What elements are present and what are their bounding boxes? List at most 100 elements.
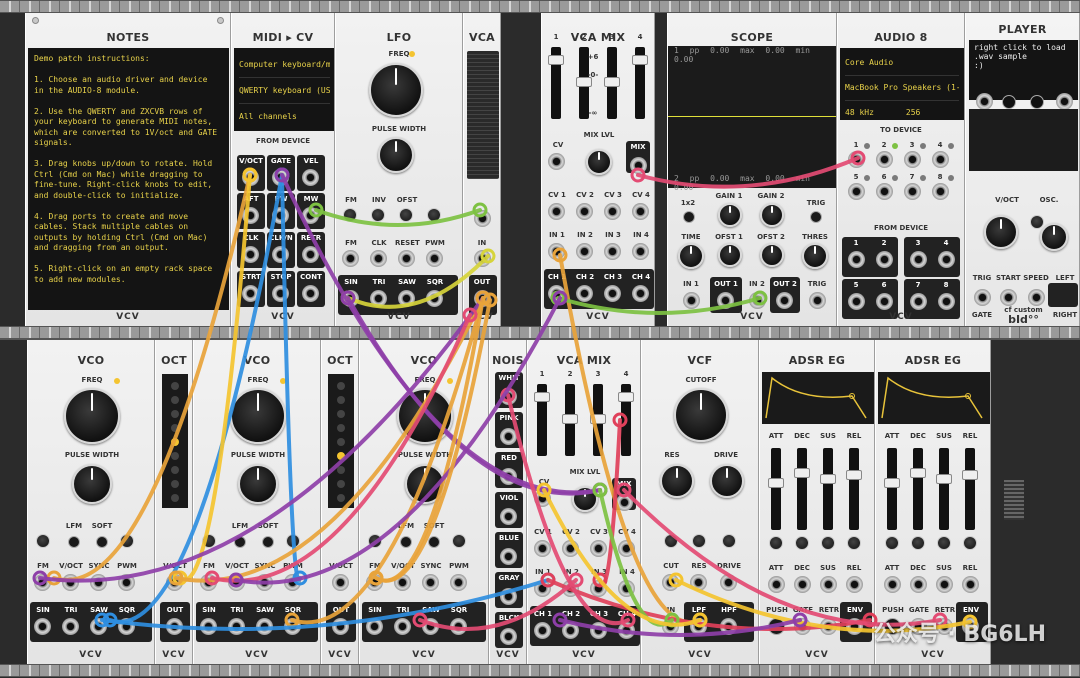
vco-sin-jack[interactable] (200, 618, 217, 635)
slider-cap[interactable] (884, 478, 900, 488)
adsr-dec-slider[interactable] (794, 448, 810, 530)
soft-switch[interactable] (262, 536, 274, 548)
midi-cont-jack[interactable] (302, 285, 319, 302)
v-oct-knob[interactable] (984, 215, 1018, 249)
channel-3-fader[interactable] (604, 47, 620, 119)
from-device-3-jack[interactable] (910, 251, 927, 268)
adsr-retr-jack[interactable] (820, 618, 837, 635)
vco-saw-jack[interactable] (422, 618, 439, 635)
notes-textarea[interactable]: Demo patch instructions: 1. Choose an au… (28, 48, 229, 310)
mix-ch4-jack[interactable] (618, 622, 635, 639)
slider-cap[interactable] (846, 470, 862, 480)
vco-voct-jack[interactable] (394, 574, 411, 591)
mix-ch1-jack[interactable] (534, 622, 551, 639)
from-device-4-jack[interactable] (938, 251, 955, 268)
pulse-width-knob[interactable] (378, 137, 414, 173)
adsr-att-slider[interactable] (768, 448, 784, 530)
audio-driver-select[interactable]: Core Audio (845, 51, 959, 76)
player-prev-jack[interactable] (976, 93, 993, 110)
vco-freq-knob[interactable] (397, 388, 453, 444)
cv-trim[interactable] (885, 536, 899, 550)
to-device-7-jack[interactable] (904, 183, 921, 200)
fader-cap[interactable] (632, 55, 648, 65)
from-device-7-jack[interactable] (910, 293, 927, 310)
octave-led[interactable] (171, 480, 179, 488)
mix-in4-jack[interactable] (632, 243, 649, 260)
vco-pw-knob[interactable] (72, 464, 112, 504)
res-trim[interactable] (692, 534, 706, 548)
mix-ch3-jack[interactable] (604, 285, 621, 302)
trig-button[interactable] (810, 211, 822, 223)
channel-3-fader[interactable] (590, 384, 606, 456)
to-device-8-jack[interactable] (932, 183, 949, 200)
lfo-sin-jack[interactable] (342, 290, 359, 307)
slider-cap[interactable] (910, 468, 926, 478)
to-device-2-jack[interactable] (876, 151, 893, 168)
midi-strt-jack[interactable] (242, 285, 259, 302)
octave-led[interactable] (337, 438, 345, 446)
midi-retr-jack[interactable] (302, 246, 319, 263)
vca-level-slider[interactable] (467, 51, 499, 179)
scope-in2-jack[interactable] (749, 292, 766, 309)
octave-led[interactable] (337, 494, 345, 502)
vco-freq-knob[interactable] (64, 388, 120, 444)
adsr-rel-slider[interactable] (846, 448, 862, 530)
cv-trim[interactable] (963, 536, 977, 550)
mix-level-knob[interactable] (586, 149, 612, 175)
oct-v-oct-jack[interactable] (166, 574, 183, 591)
midi-vel-jack[interactable] (302, 169, 319, 186)
midi-driver-select[interactable]: Computer keyboard/m (239, 52, 330, 78)
mix-cv1-jack[interactable] (534, 540, 551, 557)
octave-led[interactable] (171, 410, 179, 418)
mix-cv-jack[interactable] (534, 490, 551, 507)
lfo-sqr-jack[interactable] (426, 290, 443, 307)
adsr-gate-jack[interactable] (794, 618, 811, 635)
drive-trim[interactable] (722, 534, 736, 548)
to-device-5-jack[interactable] (848, 183, 865, 200)
mix-cv4-jack[interactable] (618, 540, 635, 557)
midi-pw-jack[interactable] (272, 207, 289, 224)
midi-clkn-jack[interactable] (272, 246, 289, 263)
audio-device-select[interactable]: MacBook Pro Speakers (1- (845, 76, 959, 101)
vca-out-jack[interactable] (474, 290, 491, 307)
octave-led[interactable] (337, 424, 345, 432)
adsr-rel-cv-jack[interactable] (962, 576, 979, 593)
to-device-6-jack[interactable] (876, 183, 893, 200)
mix-level-knob[interactable] (572, 486, 598, 512)
adsr-dec-cv-jack[interactable] (910, 576, 927, 593)
mix-ch2-jack[interactable] (562, 622, 579, 639)
octave-led[interactable] (337, 396, 345, 404)
gain-1-knob[interactable] (718, 203, 742, 227)
lfm-switch[interactable] (234, 536, 246, 548)
vco-sync-jack[interactable] (422, 574, 439, 591)
vco-saw-jack[interactable] (256, 618, 273, 635)
from-device-5-jack[interactable] (848, 293, 865, 310)
midi-aft-jack[interactable] (242, 207, 259, 224)
octave-led[interactable] (171, 382, 179, 390)
vcf-res-cv-jack[interactable] (690, 574, 707, 591)
adsr-dec-slider[interactable] (910, 448, 926, 530)
midi-mw-jack[interactable] (302, 207, 319, 224)
vco-sqr-jack[interactable] (450, 618, 467, 635)
from-device-1-jack[interactable] (848, 251, 865, 268)
mix-ch2-jack[interactable] (576, 285, 593, 302)
noise-red-jack[interactable] (500, 468, 517, 485)
cutoff-knob[interactable] (674, 388, 728, 442)
resonance-knob[interactable] (660, 464, 694, 498)
cv-trim[interactable] (821, 536, 835, 550)
slider-cap[interactable] (768, 478, 784, 488)
channel-2-fader[interactable] (562, 384, 578, 456)
mix-cv4-jack[interactable] (632, 203, 649, 220)
mix-ch3-jack[interactable] (590, 622, 607, 639)
adsr-rel-slider[interactable] (962, 448, 978, 530)
cv-trim[interactable] (937, 536, 951, 550)
vca-cv-jack[interactable] (474, 210, 491, 227)
to-device-4-jack[interactable] (932, 151, 949, 168)
from-device-6-jack[interactable] (876, 293, 893, 310)
vco-sync-jack[interactable] (256, 574, 273, 591)
noise-blue-jack[interactable] (500, 548, 517, 565)
trim-knob[interactable] (399, 208, 413, 222)
adsr-att-cv-jack[interactable] (884, 576, 901, 593)
freq-knob[interactable] (369, 63, 423, 117)
trim-knob[interactable] (371, 208, 385, 222)
